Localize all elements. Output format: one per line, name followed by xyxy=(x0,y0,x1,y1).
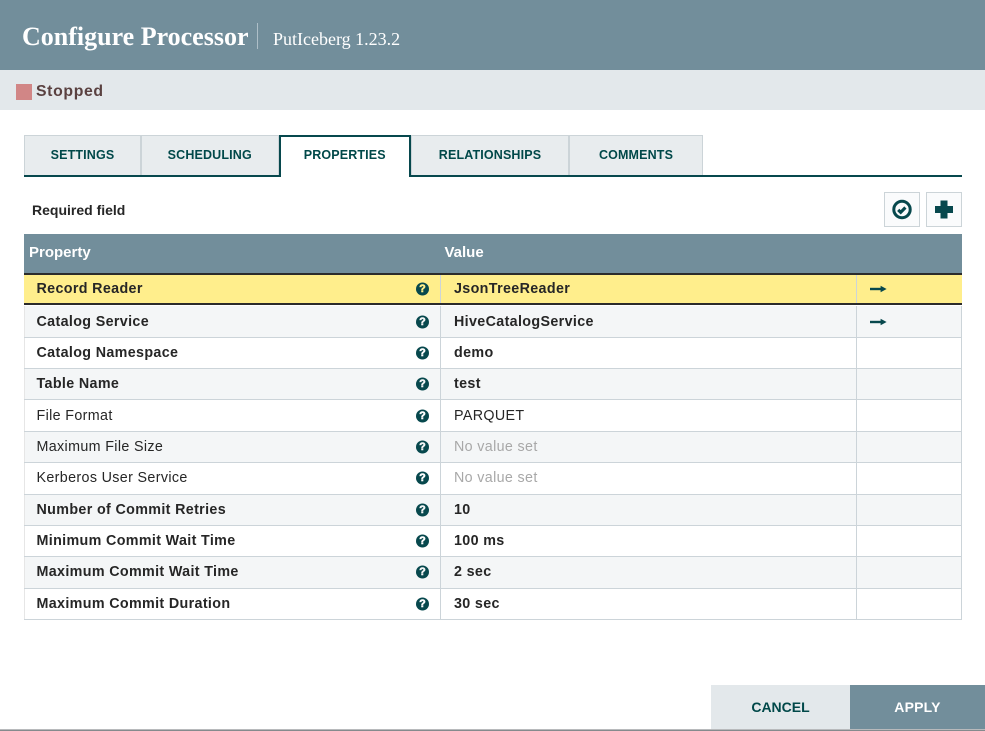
svg-text:?: ? xyxy=(419,410,425,422)
svg-text:?: ? xyxy=(419,316,425,328)
svg-text:?: ? xyxy=(419,283,425,295)
svg-text:?: ? xyxy=(419,566,425,578)
svg-text:?: ? xyxy=(419,347,425,359)
svg-text:?: ? xyxy=(419,598,425,610)
svg-text:?: ? xyxy=(419,472,425,484)
svg-text:?: ? xyxy=(419,504,425,516)
svg-text:?: ? xyxy=(419,378,425,390)
svg-text:?: ? xyxy=(419,535,425,547)
svg-text:?: ? xyxy=(419,441,425,453)
